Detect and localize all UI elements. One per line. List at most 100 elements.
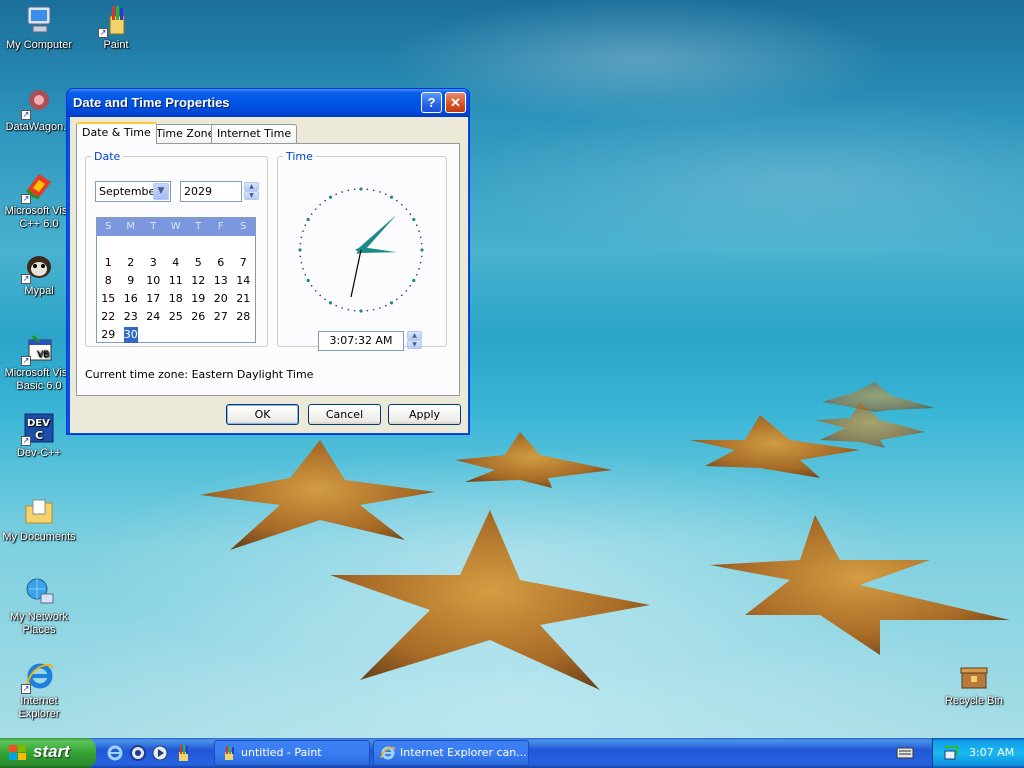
quicklaunch-media-icon[interactable]	[151, 744, 169, 762]
chevron-down-icon[interactable]: ▼	[153, 183, 169, 200]
ie-icon	[380, 746, 396, 760]
calendar-day[interactable]: 4	[165, 254, 188, 272]
desktop-icon-label: Recycle Bin	[944, 695, 1004, 707]
taskbar-clock[interactable]: 3:07 AM	[969, 746, 1014, 759]
calendar-day[interactable]: 2	[120, 254, 143, 272]
time-spinner[interactable]: ▲ ▼	[407, 331, 422, 350]
year-field[interactable]: 2029	[180, 181, 242, 202]
recycle-bin-desktop-icon[interactable]: Recycle Bin	[935, 660, 1013, 708]
clock-tick	[420, 255, 423, 258]
clock-tick	[405, 208, 408, 210]
calendar-day[interactable]: 17	[142, 290, 165, 308]
apply-button[interactable]: Apply	[388, 404, 461, 425]
time-group-label: Time	[286, 150, 313, 163]
ok-button[interactable]: OK	[226, 404, 299, 425]
spin-down-icon[interactable]: ▼	[407, 340, 422, 349]
dialog-titlebar[interactable]: Date and Time Properties ? ✕	[67, 89, 469, 117]
calendar-day[interactable]: 13	[210, 272, 233, 290]
cancel-button[interactable]: Cancel	[308, 404, 381, 425]
calendar-day[interactable]: 27	[210, 308, 233, 326]
calendar-empty-cell	[142, 326, 165, 344]
clock-tick	[324, 199, 326, 202]
mypal-icon: ↗	[21, 250, 55, 284]
month-select[interactable]: September ▼	[95, 181, 171, 202]
calendar-day[interactable]: 18	[165, 290, 188, 308]
my-computer-desktop-icon[interactable]: My Computer	[0, 4, 78, 52]
my-network-places-desktop-icon[interactable]: My Network Places	[0, 576, 78, 637]
calendar-day[interactable]: 10	[142, 272, 165, 290]
calendar-day[interactable]: 6	[210, 254, 233, 272]
calendar-day[interactable]: 25	[165, 308, 188, 326]
clock-second-hand	[350, 249, 362, 298]
internet-explorer-desktop-icon[interactable]: ↗ Internet Explorer	[0, 660, 78, 721]
calendar-day[interactable]: 21	[232, 290, 255, 308]
time-input[interactable]: 3:07:32 AM	[318, 331, 404, 351]
calendar-day[interactable]: 23	[120, 308, 143, 326]
paint-desktop-icon[interactable]: ↗ Paint	[77, 4, 155, 52]
clock-tick	[409, 285, 412, 287]
calendar-day[interactable]: 5	[187, 254, 210, 272]
desktop-icon-label: Dev-C++	[16, 447, 62, 459]
clock-tick	[304, 224, 307, 226]
help-button[interactable]: ?	[421, 92, 442, 113]
keyboard-icon[interactable]	[896, 746, 914, 760]
taskbar-button-paint[interactable]: untitled - Paint	[214, 740, 370, 766]
calendar-day[interactable]: 3	[142, 254, 165, 272]
spin-down-icon[interactable]: ▼	[244, 191, 259, 200]
spin-up-icon[interactable]: ▲	[407, 331, 422, 340]
calendar-day[interactable]: 28	[232, 308, 255, 326]
clock-tick	[396, 298, 398, 301]
spin-up-icon[interactable]: ▲	[244, 182, 259, 191]
month-value: September	[99, 185, 160, 198]
month-calendar[interactable]: SMTWTFS 1 2 3 4 5 6 7 8 9 10 11 12 13 14 15 16 17 18 19 20 2…	[96, 217, 256, 343]
calendar-day[interactable]: 15	[97, 290, 120, 308]
calendar-day[interactable]: 16	[120, 290, 143, 308]
tab-internet-time[interactable]: Internet Time	[211, 124, 298, 144]
year-spinner[interactable]: ▲ ▼	[244, 182, 259, 201]
current-zone-label: Current time zone:	[85, 368, 189, 381]
my-documents-desktop-icon[interactable]: My Documents	[0, 496, 78, 544]
calendar-day[interactable]: 7	[232, 254, 255, 272]
start-button[interactable]: start	[0, 738, 96, 768]
quicklaunch-ie-icon[interactable]	[106, 744, 124, 762]
desktop-icon-label: My Network Places	[9, 611, 69, 636]
calendar-day[interactable]: 19	[187, 290, 210, 308]
date-group-label: Date	[94, 150, 121, 163]
clock-tick	[310, 285, 313, 287]
calendar-day[interactable]: 26	[187, 308, 210, 326]
desktop: My Computer ↗ Paint ↗ DataWagon... ↗ Mic…	[0, 0, 1024, 738]
date-time-tab-page: Date September ▼ 2029 ▲ ▼ SMTWTFS 12345	[76, 143, 460, 396]
quicklaunch-paint-icon[interactable]	[174, 744, 192, 762]
calendar-day[interactable]: 9	[120, 272, 143, 290]
calendar-days: 1 2 3 4 5 6 7 8 9 10 11 12 13 14 15 16 17 18 19 20 21 22 23 24 2…	[97, 236, 255, 344]
current-zone-value: Eastern Daylight Time	[191, 368, 314, 381]
desktop-icon-label: DataWagon...	[5, 121, 73, 133]
clock-tick	[420, 248, 424, 252]
calendar-day[interactable]: 24	[142, 308, 165, 326]
close-button[interactable]: ✕	[445, 92, 466, 113]
clock-tick	[335, 304, 337, 307]
close-icon: ✕	[450, 95, 461, 110]
clock-tick	[415, 274, 418, 276]
clock-tick	[310, 213, 313, 215]
calendar-day[interactable]: 30	[123, 327, 138, 343]
network-status-icon[interactable]	[943, 745, 959, 761]
tab-label: Time Zone	[156, 127, 215, 140]
tab-date-time[interactable]: Date & Time	[76, 122, 157, 144]
calendar-day[interactable]: 11	[165, 272, 188, 290]
calendar-day[interactable]: 14	[232, 272, 255, 290]
calendar-day[interactable]: 29	[97, 326, 120, 344]
ie-icon: ↗	[21, 660, 55, 694]
calendar-day[interactable]: 20	[210, 290, 233, 308]
calendar-day[interactable]: 1	[97, 254, 120, 272]
paint-icon: ↗	[98, 4, 132, 38]
calendar-day[interactable]: 22	[97, 308, 120, 326]
clock-tick	[319, 294, 321, 297]
visual-basic-icon: VB ↗	[21, 332, 55, 366]
tab-time-zone[interactable]: Time Zone	[150, 124, 221, 144]
calendar-day[interactable]: 8	[97, 272, 120, 290]
quicklaunch-firefox-icon[interactable]	[129, 744, 147, 762]
taskbar-button-internet-explorer[interactable]: Internet Explorer can...	[373, 740, 529, 766]
calendar-day[interactable]: 12	[187, 272, 210, 290]
calendar-week-row: 29 30	[97, 326, 255, 344]
